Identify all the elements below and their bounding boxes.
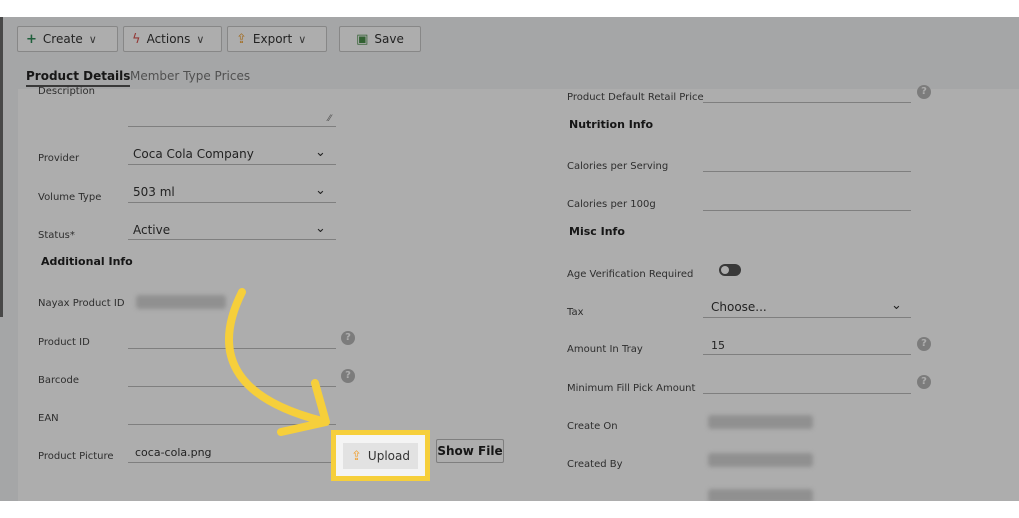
upload-icon: ⇪ (351, 448, 362, 464)
tutorial-arrow-icon (225, 288, 330, 436)
upload-button[interactable]: ⇪ Upload (343, 443, 418, 469)
upload-button-label: Upload (367, 449, 410, 463)
upload-highlight-frame: ⇪ Upload (331, 430, 430, 481)
